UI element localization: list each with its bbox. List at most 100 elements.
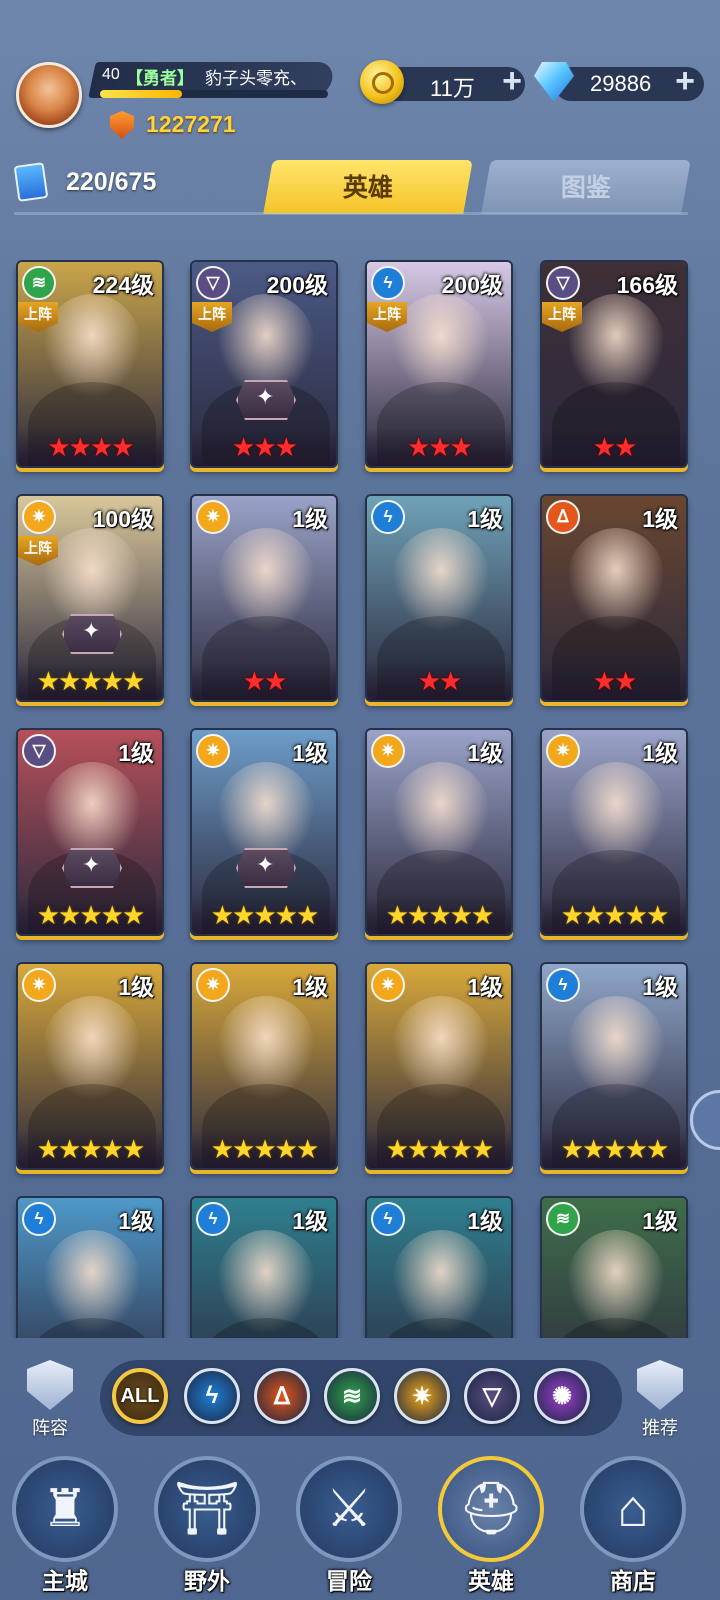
awaken-crest-icon [236, 380, 296, 420]
hero-level: 1级 [642, 740, 678, 766]
hero-card[interactable]: ✷ 1级 ★★★★★ [190, 962, 338, 1170]
hero-level: 1级 [642, 506, 678, 532]
dark-element-icon: ▽ [196, 266, 230, 300]
nav-label: 主城 [42, 1568, 88, 1594]
filter-nature-button[interactable]: ≋ [324, 1368, 380, 1424]
filter-all-button[interactable]: ALL [112, 1368, 168, 1424]
hero-level: 1级 [467, 1208, 503, 1234]
hero-card[interactable]: ϟ 1级 ★★★★★ [540, 962, 688, 1170]
nature-element-icon: ≋ [22, 266, 56, 300]
nav-sword[interactable]: ⚔ 冒险 [294, 1450, 404, 1600]
nav-label: 英雄 [468, 1568, 514, 1594]
hero-card[interactable]: ϟ 1级 ★★ [365, 494, 513, 702]
hero-card[interactable]: ϟ 1级 [16, 1196, 164, 1338]
filter-all-label: ALL [120, 1384, 160, 1407]
tab-heroes[interactable]: 英雄 [263, 160, 473, 214]
hero-card[interactable]: ≋ 1级 [540, 1196, 688, 1338]
add-gold-button[interactable]: + [497, 64, 527, 98]
hero-card[interactable]: ≋ 224级 上阵 ★★★★ [16, 260, 164, 468]
add-diamond-button[interactable]: + [670, 64, 700, 98]
gold-value: 11万 [430, 76, 475, 101]
filter-dark-button[interactable]: ▽ [464, 1368, 520, 1424]
hero-card[interactable]: ✷ 1级 ★★ [190, 494, 338, 702]
hero-level: 100级 [92, 506, 154, 532]
star-rating: ★★★★★ [18, 1130, 162, 1168]
hero-grid[interactable]: ≋224级上阵★★★★▽200级上阵★★★ϟ200级上阵★★★▽166级上阵★★… [0, 256, 720, 1338]
hero-level: 1级 [292, 740, 328, 766]
light-element-icon: ✷ [371, 968, 405, 1002]
light-element-icon: ✷ [196, 734, 230, 768]
hero-level: 166级 [616, 272, 678, 298]
hero-level: 1级 [292, 506, 328, 532]
hero-card[interactable]: ✷ 1级 ★★★★★ [365, 728, 513, 936]
light-element-icon: ✷ [196, 500, 230, 534]
nature-element-icon: ≋ [546, 1202, 580, 1236]
nav-castle[interactable]: ♜ 主城 [10, 1450, 120, 1600]
hero-card[interactable]: ▽ 166级 上阵 ★★ [540, 260, 688, 468]
fire-element-icon: ᐃ [546, 500, 580, 534]
nav-label: 商店 [610, 1568, 656, 1594]
filter-light-button[interactable]: ✷ [394, 1368, 450, 1424]
awaken-crest-icon [62, 614, 122, 654]
nav-helmet[interactable]: ⛑ 英雄 [436, 1450, 546, 1600]
hero-card[interactable]: ▽200级上阵★★★ [190, 260, 338, 468]
hero-card[interactable]: ▽ 1级 ★★★★★ [16, 728, 164, 936]
water-element-icon: ϟ [22, 1202, 56, 1236]
hero-level: 1级 [642, 1208, 678, 1234]
water-element-icon: ϟ [196, 1202, 230, 1236]
star-rating: ★★★ [367, 428, 511, 466]
gold-coin-icon [360, 60, 404, 104]
star-rating: ★★★★★ [18, 662, 162, 700]
combat-power-value: 1227271 [146, 111, 236, 137]
hero-card[interactable]: ϟ 200级 上阵 ★★★ [365, 260, 513, 468]
player-avatar[interactable] [16, 62, 82, 128]
star-rating: ★★ [542, 662, 686, 700]
diamond-value: 29886 [590, 71, 652, 96]
hero-level: 1级 [118, 974, 154, 1000]
water-element-icon: ϟ [371, 266, 405, 300]
lineup-shield-icon [27, 1360, 73, 1410]
nav-shop[interactable]: ⌂ 商店 [578, 1450, 688, 1600]
hero-level: 1级 [118, 740, 154, 766]
hero-card[interactable]: ✷ 1级 ★★★★★ [365, 962, 513, 1170]
tab-album[interactable]: 图鉴 [481, 160, 691, 214]
recommend-button[interactable]: 推荐 [628, 1360, 692, 1440]
hero-card[interactable]: ✷ 1级 ★★★★★ [16, 962, 164, 1170]
filter-fire-button[interactable]: ᐃ [254, 1368, 310, 1424]
awaken-crest-icon [62, 848, 122, 888]
water-element-icon: ϟ [371, 1202, 405, 1236]
star-rating: ★★★★★ [367, 896, 511, 934]
star-rating: ★★ [542, 428, 686, 466]
hero-level: 1级 [118, 1208, 154, 1234]
hero-card[interactable]: ✷ 1级 ★★★★★ [540, 728, 688, 936]
wild-gate-icon: ⛩ [174, 1480, 241, 1538]
filter-arcane-button[interactable]: ✺ [534, 1368, 590, 1424]
hero-count: 220/675 [66, 168, 157, 196]
hero-level: 1级 [467, 506, 503, 532]
filter-water-button[interactable]: ϟ [184, 1368, 240, 1424]
light-element-icon: ✷ [371, 734, 405, 768]
hero-card[interactable]: ᐃ 1级 ★★ [540, 494, 688, 702]
water-element-icon: ϟ [371, 500, 405, 534]
player-name: 豹子头零充、 [205, 69, 307, 88]
hero-card[interactable]: ✷ 1级 ★★★★★ [190, 728, 338, 936]
hero-card[interactable]: ϟ 1级 [365, 1196, 513, 1338]
light-element-icon: ✷ [196, 968, 230, 1002]
hero-card[interactable]: ϟ 1级 [190, 1196, 338, 1338]
exp-bar-fill [100, 90, 183, 98]
helmet-icon: ⛑ [458, 1480, 525, 1538]
castle-icon: ♜ [41, 1480, 89, 1538]
star-rating: ★★★ [192, 428, 336, 466]
star-rating: ★★★★★ [367, 1130, 511, 1168]
hero-level: 224级 [92, 272, 154, 298]
hero-level: 1级 [292, 1208, 328, 1234]
light-element-icon: ✷ [22, 968, 56, 1002]
nav-wild-gate[interactable]: ⛩ 野外 [152, 1450, 262, 1600]
lineup-button[interactable]: 阵容 [18, 1360, 82, 1440]
nav-label: 野外 [184, 1568, 230, 1594]
lineup-label: 阵容 [32, 1418, 68, 1438]
water-element-icon: ϟ [546, 968, 580, 1002]
star-rating: ★★★★★ [542, 1130, 686, 1168]
tab-heroes-label: 英雄 [342, 174, 393, 202]
hero-card[interactable]: ✷100级上阵★★★★★ [16, 494, 164, 702]
